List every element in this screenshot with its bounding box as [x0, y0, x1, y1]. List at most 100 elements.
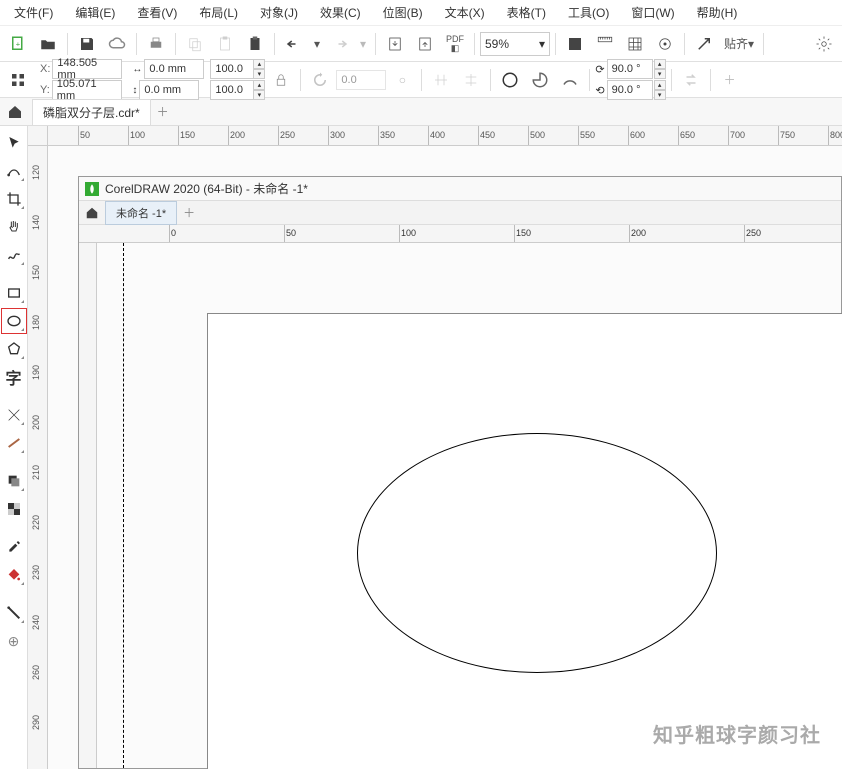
width-field[interactable]: 0.0 mm: [144, 59, 204, 79]
lock-ratio-icon[interactable]: [267, 66, 295, 94]
document-tabs: 磷脂双分子层.cdr* ＋: [0, 98, 842, 126]
pick-tool[interactable]: [1, 130, 27, 156]
settings-icon[interactable]: [810, 30, 838, 58]
text-tool[interactable]: 字: [1, 364, 27, 390]
inner-h-ruler[interactable]: 050100150200250300: [79, 225, 841, 243]
print-button[interactable]: [142, 30, 170, 58]
ellipse-object[interactable]: [357, 433, 717, 673]
undo-dropdown[interactable]: ▾: [310, 30, 324, 58]
menu-text[interactable]: 文本(X): [441, 2, 489, 23]
ellipse-tool[interactable]: [1, 308, 27, 334]
transparency-tool[interactable]: [1, 496, 27, 522]
fullscreen-button[interactable]: [561, 30, 589, 58]
y-position-field[interactable]: 105.071 mm: [52, 80, 122, 100]
guide-line[interactable]: [123, 243, 124, 768]
end-angle-icon: ⟲: [595, 84, 604, 97]
select-all-icon[interactable]: [4, 66, 32, 94]
menu-object[interactable]: 对象(J): [256, 2, 302, 23]
fill-tool[interactable]: [1, 562, 27, 588]
menu-table[interactable]: 表格(T): [503, 2, 550, 23]
clipboard-button[interactable]: [241, 30, 269, 58]
guides-button[interactable]: [651, 30, 679, 58]
more-tool[interactable]: ⊕: [1, 628, 27, 654]
angle-field[interactable]: 0.0: [336, 70, 386, 90]
rulers-button[interactable]: [591, 30, 619, 58]
ruler-corner[interactable]: [28, 126, 48, 146]
menu-bitmaps[interactable]: 位图(B): [379, 2, 427, 23]
add-tab-button[interactable]: ＋: [151, 103, 175, 120]
snap-button[interactable]: 贴齐 ▾: [720, 30, 758, 58]
x-position-field[interactable]: 148.505 mm: [52, 59, 122, 79]
scale-x-field[interactable]: 100.0: [210, 59, 254, 79]
menu-layout[interactable]: 布局(L): [195, 2, 242, 23]
menu-window[interactable]: 窗口(W): [627, 2, 678, 23]
redo-button[interactable]: [326, 30, 354, 58]
outline-tool[interactable]: [1, 600, 27, 626]
new-doc-button[interactable]: +: [4, 30, 32, 58]
dimension-tool[interactable]: [1, 402, 27, 428]
swap-dir-icon[interactable]: [677, 66, 705, 94]
doc-tab-1[interactable]: 磷脂双分子层.cdr*: [32, 99, 151, 125]
crop-tool[interactable]: [1, 186, 27, 212]
chevron-down-icon: ▾: [539, 37, 545, 51]
shape-tool[interactable]: [1, 158, 27, 184]
pan-tool[interactable]: [1, 214, 27, 240]
inner-v-ruler[interactable]: [79, 243, 97, 768]
pdf-button[interactable]: PDF◧: [441, 30, 469, 58]
outer-h-ruler[interactable]: 5010015020025030035040045050055060065070…: [48, 126, 842, 146]
canvas-viewport[interactable]: CorelDRAW 2020 (64-Bit) - 未命名 -1* 未命名 -1…: [48, 146, 842, 769]
eyedropper-tool[interactable]: [1, 534, 27, 560]
export-button[interactable]: [411, 30, 439, 58]
menu-effects[interactable]: 效果(C): [316, 2, 365, 23]
menu-file[interactable]: 文件(F): [10, 2, 57, 23]
zoom-select[interactable]: 59%▾: [480, 32, 550, 56]
copy-button[interactable]: [181, 30, 209, 58]
menu-tools[interactable]: 工具(O): [564, 2, 613, 23]
x-label: X:: [40, 63, 50, 75]
rectangle-tool[interactable]: [1, 280, 27, 306]
inner-home-icon[interactable]: [79, 206, 105, 220]
inner-canvas[interactable]: 知乎粗球字颜习社: [97, 243, 841, 768]
svg-text:+: +: [16, 39, 21, 48]
property-bar: X:148.505 mm Y:105.071 mm ↔0.0 mm ↕0.0 m…: [0, 62, 842, 98]
ellipse-shape-icon[interactable]: [496, 66, 524, 94]
menu-help[interactable]: 帮助(H): [693, 2, 742, 23]
freehand-tool[interactable]: [1, 242, 27, 268]
end-angle-spin[interactable]: ▴▾: [654, 80, 666, 100]
plus-icon[interactable]: ＋: [716, 66, 744, 94]
mirror-v-icon[interactable]: [457, 66, 485, 94]
inner-document-window: CorelDRAW 2020 (64-Bit) - 未命名 -1* 未命名 -1…: [78, 176, 842, 769]
dropshadow-tool[interactable]: [1, 468, 27, 494]
menu-view[interactable]: 查看(V): [133, 2, 181, 23]
start-angle-field[interactable]: 90.0 °: [607, 59, 653, 79]
mirror-h-icon[interactable]: [427, 66, 455, 94]
inner-add-tab[interactable]: ＋: [177, 204, 201, 221]
polygon-tool[interactable]: [1, 336, 27, 362]
cloud-button[interactable]: [103, 30, 131, 58]
scale-y-spin[interactable]: ▴▾: [253, 80, 265, 100]
import-button[interactable]: [381, 30, 409, 58]
grid-button[interactable]: [621, 30, 649, 58]
scale-x-spin[interactable]: ▴▾: [253, 59, 265, 79]
outer-v-ruler[interactable]: 120140150180190200210220230240260290: [28, 146, 48, 769]
undo-button[interactable]: [280, 30, 308, 58]
save-button[interactable]: [73, 30, 101, 58]
width-icon: ↔: [132, 64, 142, 75]
start-angle-spin[interactable]: ▴▾: [654, 59, 666, 79]
rotate-icon[interactable]: [306, 66, 334, 94]
inner-doc-tab[interactable]: 未命名 -1*: [105, 201, 177, 225]
end-angle-field[interactable]: 90.0 °: [607, 80, 653, 100]
home-icon[interactable]: [0, 104, 30, 120]
open-button[interactable]: [34, 30, 62, 58]
pie-shape-icon[interactable]: [526, 66, 554, 94]
menu-edit[interactable]: 编辑(E): [71, 2, 119, 23]
inner-window-titlebar[interactable]: CorelDRAW 2020 (64-Bit) - 未命名 -1*: [79, 177, 841, 201]
paste-button[interactable]: [211, 30, 239, 58]
redo-dropdown[interactable]: ▾: [356, 30, 370, 58]
launch-button[interactable]: [690, 30, 718, 58]
arc-shape-icon[interactable]: [556, 66, 584, 94]
connector-tool[interactable]: [1, 430, 27, 456]
scale-y-field[interactable]: 100.0: [210, 80, 254, 100]
height-field[interactable]: 0.0 mm: [139, 80, 199, 100]
angle-reset-icon[interactable]: ○: [388, 66, 416, 94]
